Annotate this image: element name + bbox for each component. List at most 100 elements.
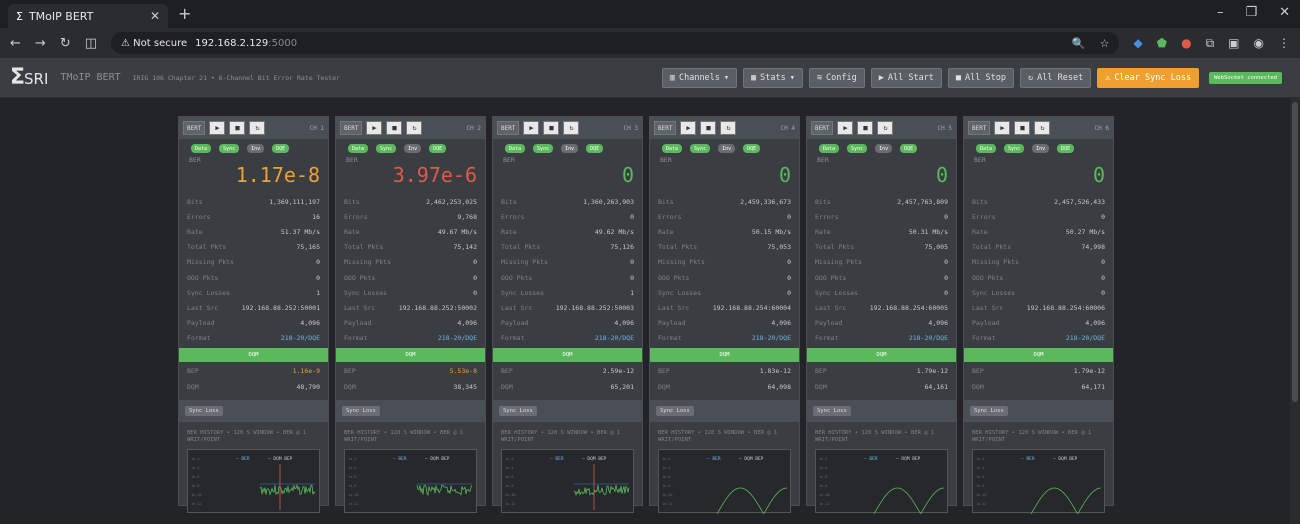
window-controls: – ❐ ✕ bbox=[1217, 5, 1290, 20]
stat-label: Errors bbox=[187, 212, 211, 221]
page-scrollbar[interactable] bbox=[1290, 98, 1300, 524]
stat-label: Payload bbox=[972, 319, 1000, 328]
bert-button[interactable]: BERT bbox=[654, 121, 677, 135]
play-icon[interactable]: ▶ bbox=[366, 121, 383, 135]
reset-icon[interactable]: ↻ bbox=[249, 121, 266, 135]
reading-list-icon[interactable]: ▣ bbox=[1228, 36, 1239, 51]
status-badge: Inv bbox=[1032, 144, 1050, 153]
stats-dropdown[interactable]: ▦ Stats ▾ bbox=[743, 68, 803, 88]
bert-button[interactable]: BERT bbox=[497, 121, 520, 135]
shield-icon[interactable]: ⬟ bbox=[1157, 36, 1167, 51]
all-stop-button[interactable]: ■ All Stop bbox=[947, 68, 1014, 88]
reset-icon[interactable]: ↻ bbox=[720, 121, 737, 135]
stat-value: 4,096 bbox=[1085, 319, 1105, 328]
config-button[interactable]: ≋ Config bbox=[808, 68, 865, 88]
zoom-icon[interactable]: 🔍 bbox=[1072, 37, 1086, 50]
back-icon[interactable]: ← bbox=[10, 36, 21, 51]
status-badge: Sync bbox=[847, 144, 868, 153]
all-start-button[interactable]: ▶ All Start bbox=[870, 68, 942, 88]
all-reset-button[interactable]: ↻ All Reset bbox=[1020, 68, 1092, 88]
not-secure-indicator[interactable]: ⚠ Not secure bbox=[121, 38, 187, 49]
sync-loss-button[interactable]: Sync Loss bbox=[499, 406, 537, 417]
play-icon[interactable]: ▶ bbox=[837, 121, 854, 135]
profile-icon[interactable]: ◉ bbox=[1254, 36, 1264, 51]
stat-label: Missing Pkts bbox=[658, 258, 705, 267]
extension-icon[interactable]: ● bbox=[1181, 36, 1191, 51]
split-view-icon[interactable]: ◫ bbox=[85, 36, 97, 51]
channels-dropdown[interactable]: ▥ Channels ▾ bbox=[661, 68, 738, 88]
bert-button[interactable]: BERT bbox=[183, 121, 206, 135]
stat-value: 0 bbox=[944, 212, 948, 221]
stop-icon[interactable]: ■ bbox=[700, 121, 717, 135]
clear-sync-loss-button[interactable]: ⚠ Clear Sync Loss bbox=[1097, 68, 1200, 88]
extension-icon[interactable]: ◆ bbox=[1133, 36, 1142, 51]
close-window-icon[interactable]: ✕ bbox=[1279, 5, 1290, 20]
stat-label: DQM bbox=[187, 382, 199, 391]
extensions-puzzle-icon[interactable]: ⧉ bbox=[1206, 36, 1215, 51]
play-icon[interactable]: ▶ bbox=[523, 121, 540, 135]
stat-row: Sync Losses 1 bbox=[187, 285, 320, 300]
reset-icon[interactable]: ↻ bbox=[563, 121, 580, 135]
stat-value: 49.62 Mb/s bbox=[594, 227, 634, 236]
y-tick-label: 1e-2 bbox=[505, 457, 513, 461]
stat-label: Total Pkts bbox=[972, 243, 1012, 252]
stop-icon[interactable]: ■ bbox=[1014, 121, 1031, 135]
chevron-down-icon: ▾ bbox=[723, 73, 730, 83]
reset-icon[interactable]: ↻ bbox=[1034, 121, 1051, 135]
stat-row: Payload 4,096 bbox=[658, 316, 791, 331]
status-badge: DQE bbox=[429, 144, 447, 153]
sync-loss-button[interactable]: Sync Loss bbox=[185, 406, 223, 417]
bert-button[interactable]: BERT bbox=[968, 121, 991, 135]
play-icon: ▶ bbox=[878, 73, 884, 83]
y-tick-label: 1e-10 bbox=[348, 493, 359, 497]
bert-button[interactable]: BERT bbox=[340, 121, 363, 135]
bookmark-star-icon[interactable]: ☆ bbox=[1100, 37, 1110, 50]
stop-icon[interactable]: ■ bbox=[543, 121, 560, 135]
reset-icon[interactable]: ↻ bbox=[877, 121, 894, 135]
legend-dqm-bep: — DQM BEP bbox=[268, 456, 293, 462]
sync-loss-button[interactable]: Sync Loss bbox=[813, 406, 851, 417]
sync-loss-button[interactable]: Sync Loss bbox=[342, 406, 380, 417]
new-tab-icon[interactable]: + bbox=[178, 4, 191, 23]
forward-icon[interactable]: → bbox=[35, 36, 46, 51]
y-tick-label: 1e-8 bbox=[505, 484, 513, 488]
ber-history-chart: 1e-2 1e-4 1e-6 1e-8 1e-10 1e-12 — BER — DQM BEP bbox=[658, 449, 791, 515]
stat-value: 0 bbox=[1101, 212, 1105, 221]
url-field[interactable]: ⚠ Not secure 192.168.2.129:5000 🔍 ☆ bbox=[111, 32, 1120, 54]
stat-row: Format 218-20/DQE bbox=[344, 331, 477, 346]
stat-value: 1 bbox=[630, 288, 634, 297]
main-content: BERT ▶ ■ ↻ CH 1 Data Sync Inv DQE BER 1.17e-8 Bits 1… bbox=[0, 98, 1290, 524]
sync-loss-button[interactable]: Sync Loss bbox=[656, 406, 694, 417]
browser-tab-strip: Σ TMoIP BERT ✕ + – ❐ ✕ bbox=[0, 0, 1300, 28]
stat-label: Rate bbox=[187, 227, 203, 236]
stat-label: Total Pkts bbox=[187, 243, 227, 252]
stop-icon[interactable]: ■ bbox=[857, 121, 874, 135]
sync-loss-button[interactable]: Sync Loss bbox=[970, 406, 1008, 417]
play-icon[interactable]: ▶ bbox=[680, 121, 697, 135]
scrollbar-thumb[interactable] bbox=[1292, 102, 1298, 402]
stat-value: 0 bbox=[787, 273, 791, 282]
stat-label: Format bbox=[187, 334, 211, 343]
reload-icon[interactable]: ↻ bbox=[60, 36, 71, 51]
play-icon[interactable]: ▶ bbox=[994, 121, 1011, 135]
stat-value: 0 bbox=[630, 273, 634, 282]
stat-label: BEP bbox=[972, 367, 984, 376]
stat-row: BEP 5.53e-8 bbox=[344, 364, 477, 379]
stop-icon[interactable]: ■ bbox=[229, 121, 246, 135]
close-tab-icon[interactable]: ✕ bbox=[150, 9, 160, 23]
stop-icon: ■ bbox=[955, 73, 962, 83]
bert-button[interactable]: BERT bbox=[811, 121, 834, 135]
stat-row: Missing Pkts 0 bbox=[187, 255, 320, 270]
reset-icon[interactable]: ↻ bbox=[406, 121, 423, 135]
stat-label: Format bbox=[658, 334, 682, 343]
browser-tab[interactable]: Σ TMoIP BERT ✕ bbox=[8, 4, 168, 28]
ber-history-plot: 1e-2 1e-4 1e-6 1e-8 1e-10 1e-12 — BER — DQM BEP bbox=[976, 456, 1102, 515]
play-icon[interactable]: ▶ bbox=[209, 121, 226, 135]
minimize-icon[interactable]: – bbox=[1217, 5, 1224, 20]
restore-icon[interactable]: ❐ bbox=[1245, 5, 1257, 20]
ber-value: 0 bbox=[935, 163, 948, 187]
stat-row: OOO Pkts 0 bbox=[658, 270, 791, 285]
stop-icon[interactable]: ■ bbox=[386, 121, 403, 135]
menu-kebab-icon[interactable]: ⋮ bbox=[1278, 36, 1290, 51]
legend-dqm-bep: — DQM BEP bbox=[896, 456, 921, 462]
